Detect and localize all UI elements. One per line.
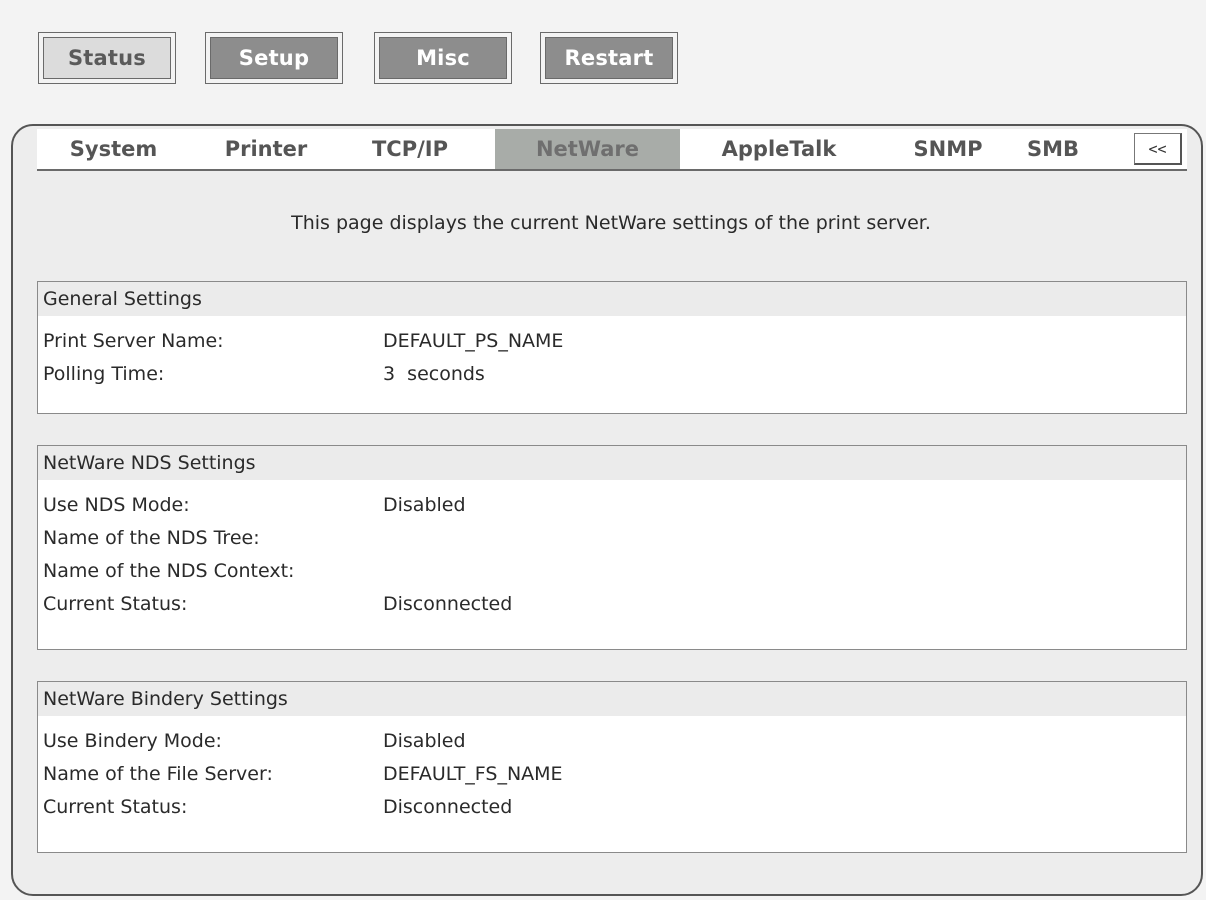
- misc-button[interactable]: Misc: [374, 32, 512, 84]
- use-bindery-mode-value: Disabled: [383, 729, 466, 752]
- tab-scroll-back-button[interactable]: <<: [1134, 133, 1182, 165]
- use-bindery-mode-label: Use Bindery Mode:: [43, 729, 222, 752]
- nds-context-name-label: Name of the NDS Context:: [43, 559, 295, 582]
- polling-time-value: 3 seconds: [383, 362, 485, 385]
- status-button-label: Status: [43, 37, 171, 79]
- general-settings-section: General Settings Print Server Name: DEFA…: [37, 281, 1187, 414]
- settings-row: Use Bindery Mode: Disabled: [38, 724, 1186, 757]
- misc-button-label: Misc: [379, 37, 507, 79]
- nds-tree-name-label: Name of the NDS Tree:: [43, 526, 260, 549]
- settings-row: Current Status: Disconnected: [38, 790, 1186, 823]
- status-button[interactable]: Status: [38, 32, 176, 84]
- settings-row: Polling Time: 3 seconds: [38, 357, 1186, 390]
- settings-row: Name of the File Server: DEFAULT_FS_NAME: [38, 757, 1186, 790]
- settings-row: Use NDS Mode: Disabled: [38, 488, 1186, 521]
- bindery-settings-section: NetWare Bindery Settings Use Bindery Mod…: [37, 681, 1187, 853]
- bindery-current-status-value: Disconnected: [383, 795, 513, 818]
- print-server-name-value: DEFAULT_PS_NAME: [383, 329, 564, 352]
- polling-time-label: Polling Time:: [43, 362, 165, 385]
- setup-button[interactable]: Setup: [205, 32, 343, 84]
- tab-tcp-ip[interactable]: TCP/IP: [350, 129, 470, 169]
- file-server-name-value: DEFAULT_FS_NAME: [383, 762, 563, 785]
- restart-button-label: Restart: [545, 37, 673, 79]
- use-nds-mode-value: Disabled: [383, 493, 466, 516]
- settings-row: Name of the NDS Tree:: [38, 521, 1186, 554]
- nds-current-status-label: Current Status:: [43, 592, 188, 615]
- settings-row: Current Status: Disconnected: [38, 587, 1186, 620]
- nds-settings-section: NetWare NDS Settings Use NDS Mode: Disab…: [37, 445, 1187, 650]
- use-nds-mode-label: Use NDS Mode:: [43, 493, 190, 516]
- section-title: General Settings: [38, 282, 1186, 316]
- tab-bar: System Printer TCP/IP NetWare AppleTalk …: [37, 129, 1187, 171]
- tab-system[interactable]: System: [51, 129, 176, 169]
- section-title: NetWare NDS Settings: [38, 446, 1186, 480]
- file-server-name-label: Name of the File Server:: [43, 762, 273, 785]
- section-title: NetWare Bindery Settings: [38, 682, 1186, 716]
- settings-row: Print Server Name: DEFAULT_PS_NAME: [38, 324, 1186, 357]
- tab-netware[interactable]: NetWare: [495, 129, 680, 169]
- tab-snmp[interactable]: SNMP: [903, 129, 993, 169]
- tab-smb[interactable]: SMB: [1013, 129, 1093, 169]
- tab-appletalk[interactable]: AppleTalk: [704, 129, 854, 169]
- settings-row: Name of the NDS Context:: [38, 554, 1186, 587]
- bindery-current-status-label: Current Status:: [43, 795, 188, 818]
- nds-current-status-value: Disconnected: [383, 592, 513, 615]
- tab-printer[interactable]: Printer: [201, 129, 331, 169]
- setup-button-label: Setup: [210, 37, 338, 79]
- print-server-name-label: Print Server Name:: [43, 329, 224, 352]
- restart-button[interactable]: Restart: [540, 32, 678, 84]
- page-description: This page displays the current NetWare s…: [291, 212, 931, 234]
